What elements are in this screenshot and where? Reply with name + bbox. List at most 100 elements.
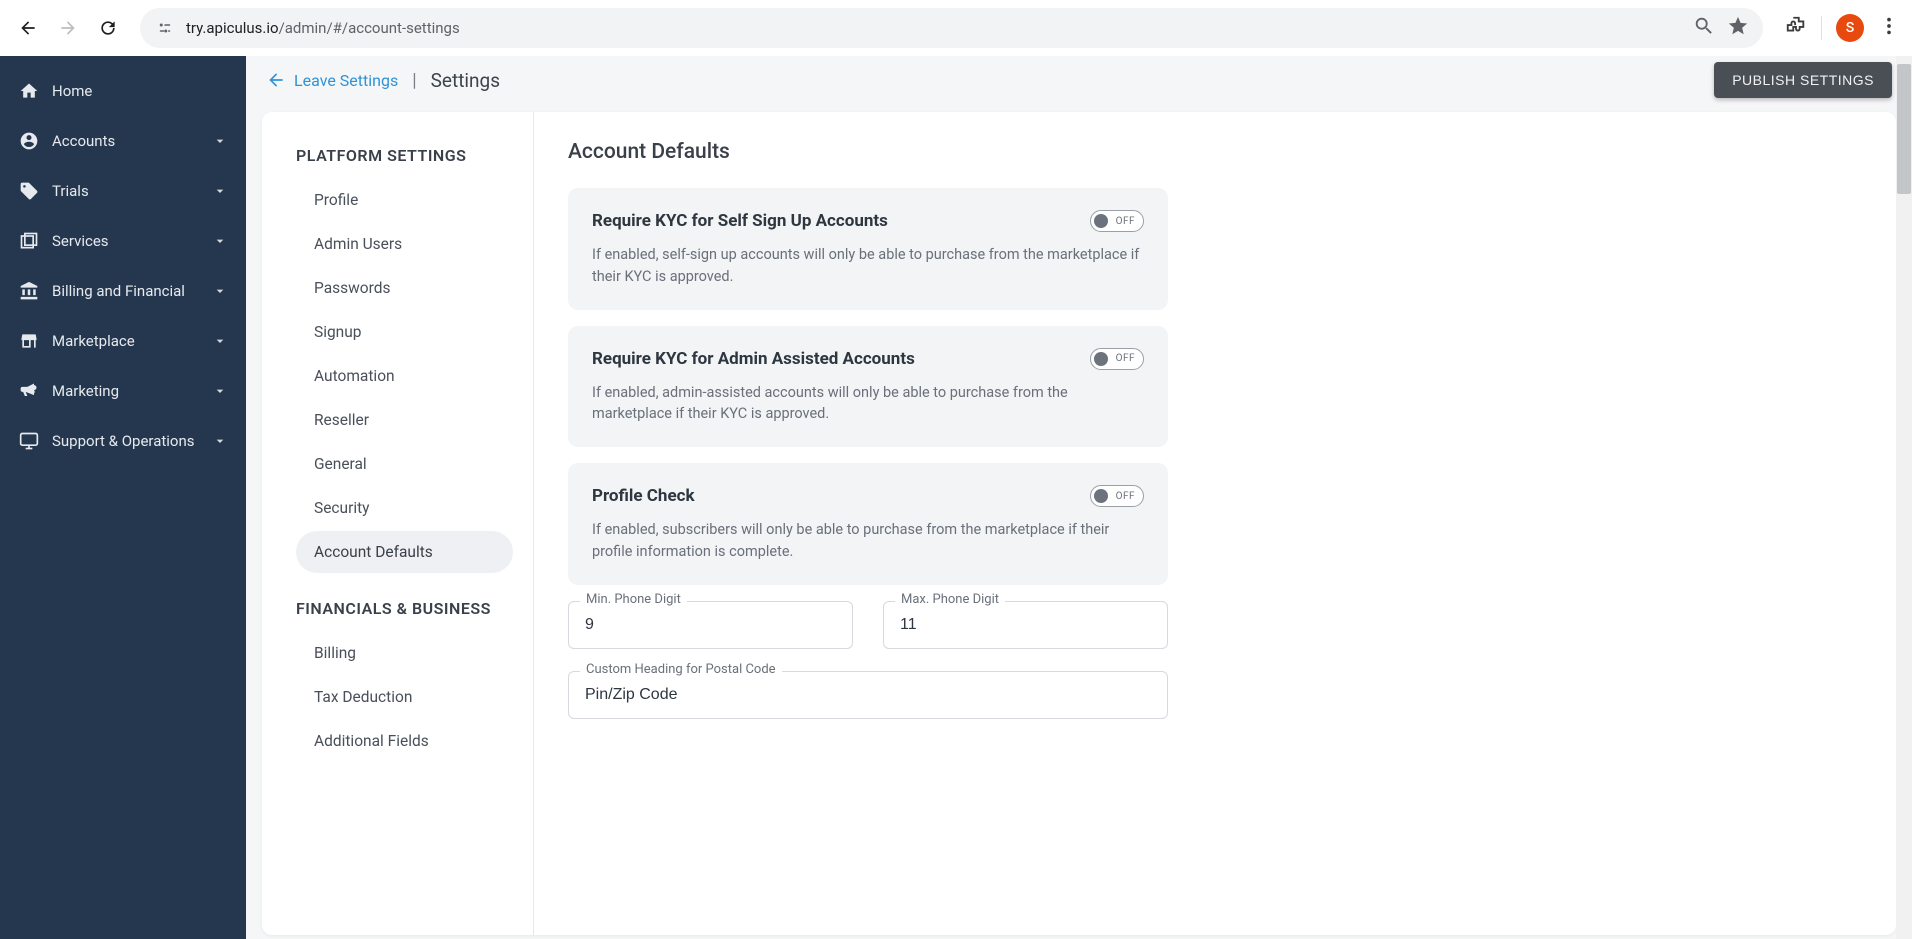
leave-settings-link[interactable]: Leave Settings xyxy=(266,70,398,90)
subnav-item-admin-users[interactable]: Admin Users xyxy=(296,223,513,265)
min-phone-label: Min. Phone Digit xyxy=(580,592,687,607)
subnav-item-passwords[interactable]: Passwords xyxy=(296,267,513,309)
extensions-icon[interactable] xyxy=(1785,15,1807,41)
user-circle-icon xyxy=(18,130,40,152)
card-title: Profile Check xyxy=(592,486,695,506)
home-icon xyxy=(18,80,40,102)
bank-icon xyxy=(18,280,40,302)
chevron-down-icon xyxy=(212,183,228,199)
content-area: Leave Settings | Settings PUBLISH SETTIN… xyxy=(246,56,1912,939)
card-description: If enabled, self-sign up accounts will o… xyxy=(592,244,1144,288)
sidebar-item-label: Marketplace xyxy=(52,332,200,350)
back-button[interactable] xyxy=(12,12,44,44)
main-title: Account Defaults xyxy=(568,140,1856,164)
settings-main: Account Defaults Require KYC for Self Si… xyxy=(534,112,1896,935)
sidebar-item-label: Services xyxy=(52,232,200,250)
chevron-down-icon xyxy=(212,283,228,299)
settings-subnav: PLATFORM SETTINGS ProfileAdmin UsersPass… xyxy=(262,112,534,935)
settings-topbar: Leave Settings | Settings PUBLISH SETTIN… xyxy=(246,56,1912,104)
chevron-down-icon xyxy=(212,233,228,249)
site-settings-icon[interactable] xyxy=(154,17,176,39)
kebab-menu-icon[interactable] xyxy=(1878,15,1900,41)
url-text: try.apiculus.io/admin/#/account-settings xyxy=(186,19,460,37)
bookmark-icon[interactable] xyxy=(1727,15,1749,41)
card-description: If enabled, subscribers will only be abl… xyxy=(592,519,1144,563)
subnav-item-reseller[interactable]: Reseller xyxy=(296,399,513,441)
max-phone-label: Max. Phone Digit xyxy=(895,592,1005,607)
zoom-icon[interactable] xyxy=(1693,15,1715,41)
subnav-item-automation[interactable]: Automation xyxy=(296,355,513,397)
postal-field: Custom Heading for Postal Code xyxy=(568,671,1168,719)
profile-avatar[interactable]: S xyxy=(1836,14,1864,42)
main-sidebar: Home Accounts Trials Services Billing and Fi… xyxy=(0,56,246,939)
subnav-item-general[interactable]: General xyxy=(296,443,513,485)
min-phone-input[interactable] xyxy=(568,601,853,649)
reload-button[interactable] xyxy=(92,12,124,44)
sidebar-item-support-operations[interactable]: Support & Operations xyxy=(0,416,246,466)
megaphone-icon xyxy=(18,380,40,402)
app-root: Home Accounts Trials Services Billing and Fi… xyxy=(0,56,1912,939)
publish-settings-button[interactable]: PUBLISH SETTINGS xyxy=(1714,62,1892,98)
subnav-item-signup[interactable]: Signup xyxy=(296,311,513,353)
max-phone-input[interactable] xyxy=(883,601,1168,649)
subnav-heading-financials: FINANCIALS & BUSINESS xyxy=(296,599,513,618)
address-bar[interactable]: try.apiculus.io/admin/#/account-settings xyxy=(140,8,1763,48)
toggle-knob xyxy=(1094,489,1108,503)
max-phone-field: Max. Phone Digit xyxy=(883,601,1168,649)
subnav-item-billing[interactable]: Billing xyxy=(296,632,513,674)
layers-icon xyxy=(18,230,40,252)
sidebar-item-home[interactable]: Home xyxy=(0,66,246,116)
sidebar-item-label: Billing and Financial xyxy=(52,282,200,300)
settings-panel: PLATFORM SETTINGS ProfileAdmin UsersPass… xyxy=(262,112,1896,935)
sidebar-item-label: Home xyxy=(52,82,228,100)
chevron-down-icon xyxy=(212,433,228,449)
postal-input[interactable] xyxy=(568,671,1168,719)
forward-button[interactable] xyxy=(52,12,84,44)
min-phone-field: Min. Phone Digit xyxy=(568,601,853,649)
toolbar-divider xyxy=(1821,16,1822,40)
phone-digit-row: Min. Phone Digit Max. Phone Digit xyxy=(568,601,1168,649)
sidebar-item-accounts[interactable]: Accounts xyxy=(0,116,246,166)
sidebar-item-billing-and-financial[interactable]: Billing and Financial xyxy=(0,266,246,316)
toggle-switch[interactable]: OFF xyxy=(1090,485,1144,507)
sidebar-item-label: Support & Operations xyxy=(52,432,200,450)
leave-settings-label: Leave Settings xyxy=(294,71,398,90)
toggle-state-label: OFF xyxy=(1116,216,1135,227)
page-title: Settings xyxy=(431,69,500,92)
scrollbar-thumb[interactable] xyxy=(1897,64,1911,194)
card-description: If enabled, admin-assisted accounts will… xyxy=(592,382,1144,426)
chevron-down-icon xyxy=(212,383,228,399)
subnav-item-profile[interactable]: Profile xyxy=(296,179,513,221)
sidebar-item-label: Trials xyxy=(52,182,200,200)
subnav-heading-platform: PLATFORM SETTINGS xyxy=(296,146,513,165)
chevron-down-icon xyxy=(212,333,228,349)
page-scrollbar[interactable] xyxy=(1896,56,1912,939)
postal-label: Custom Heading for Postal Code xyxy=(580,662,782,677)
tag-icon xyxy=(18,180,40,202)
setting-card: Require KYC for Admin Assisted Accounts O… xyxy=(568,326,1168,448)
browser-toolbar: try.apiculus.io/admin/#/account-settings… xyxy=(0,0,1912,56)
sidebar-item-marketplace[interactable]: Marketplace xyxy=(0,316,246,366)
subnav-item-account-defaults[interactable]: Account Defaults xyxy=(296,531,513,573)
toggle-state-label: OFF xyxy=(1116,353,1135,364)
toggle-switch[interactable]: OFF xyxy=(1090,348,1144,370)
card-title: Require KYC for Admin Assisted Accounts xyxy=(592,349,915,369)
sidebar-item-services[interactable]: Services xyxy=(0,216,246,266)
setting-card: Profile Check OFF If enabled, subscribers … xyxy=(568,463,1168,585)
sidebar-item-label: Marketing xyxy=(52,382,200,400)
monitor-icon xyxy=(18,430,40,452)
store-icon xyxy=(18,330,40,352)
sidebar-item-marketing[interactable]: Marketing xyxy=(0,366,246,416)
toggle-knob xyxy=(1094,352,1108,366)
toggle-state-label: OFF xyxy=(1116,491,1135,502)
setting-card: Require KYC for Self Sign Up Accounts OFF… xyxy=(568,188,1168,310)
separator: | xyxy=(412,70,416,91)
sidebar-item-trials[interactable]: Trials xyxy=(0,166,246,216)
card-title: Require KYC for Self Sign Up Accounts xyxy=(592,211,888,231)
toggle-switch[interactable]: OFF xyxy=(1090,210,1144,232)
subnav-item-tax-deduction[interactable]: Tax Deduction xyxy=(296,676,513,718)
subnav-item-additional-fields[interactable]: Additional Fields xyxy=(296,720,513,762)
subnav-item-security[interactable]: Security xyxy=(296,487,513,529)
chevron-down-icon xyxy=(212,133,228,149)
sidebar-item-label: Accounts xyxy=(52,132,200,150)
